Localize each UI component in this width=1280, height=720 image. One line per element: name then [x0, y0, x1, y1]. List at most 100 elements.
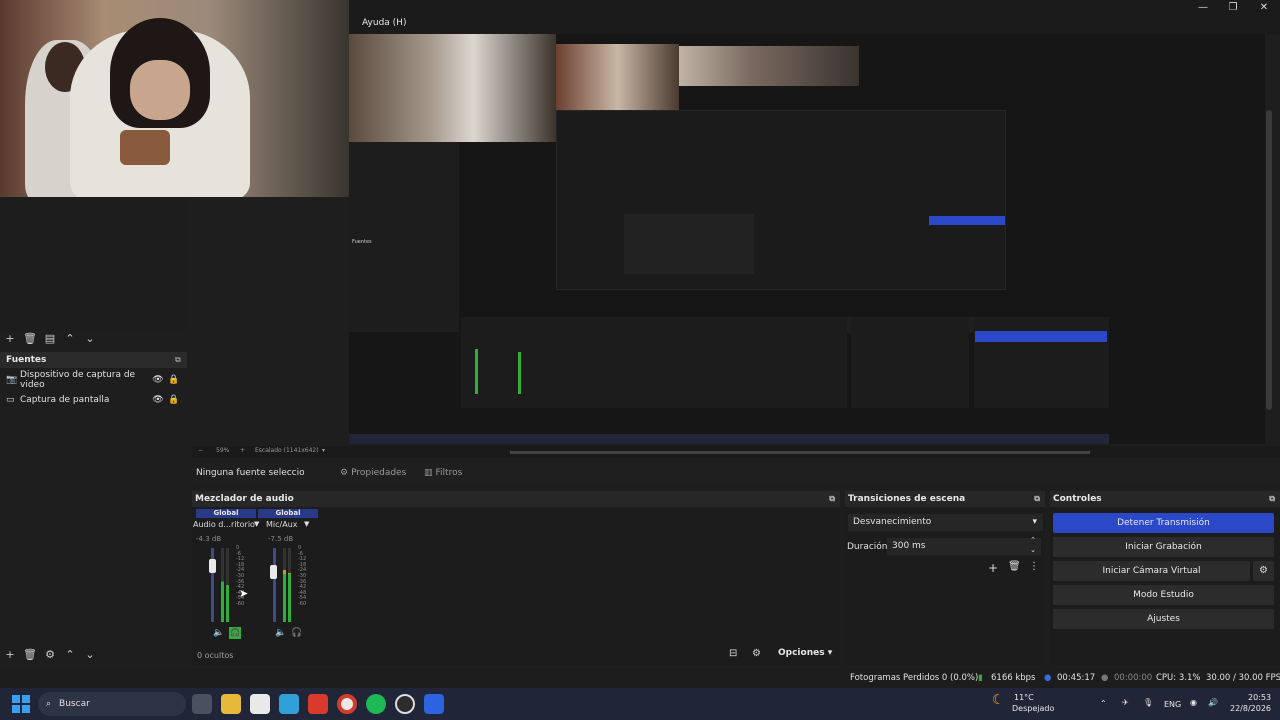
add-icon[interactable]: +: [0, 332, 20, 345]
audio-meter: [226, 548, 229, 622]
headphones-icon[interactable]: 🎧: [229, 627, 241, 639]
duration-field[interactable]: 300 ms ⌃ ⌄: [887, 535, 1041, 555]
layout-icon[interactable]: ⊟: [729, 648, 737, 659]
search-label: Buscar: [59, 699, 90, 709]
filter-icon[interactable]: ▤: [40, 332, 60, 345]
lock-icon[interactable]: 🔒: [166, 395, 182, 405]
chevron-down-icon[interactable]: ▼: [304, 520, 309, 528]
wifi-icon[interactable]: ✈: [1122, 698, 1129, 707]
advanced-settings-icon[interactable]: ⚙: [752, 648, 761, 659]
stepper-icon[interactable]: ⌃ ⌄: [1030, 535, 1036, 555]
gear-icon[interactable]: ⚙: [40, 648, 60, 661]
chrome-icon[interactable]: [337, 694, 357, 714]
close-icon[interactable]: ✕: [1249, 2, 1279, 14]
visibility-eye-icon[interactable]: 👁: [150, 375, 166, 385]
trash-icon[interactable]: 🗑: [20, 648, 40, 661]
studio-mode-button[interactable]: Modo Estudio: [1053, 585, 1274, 605]
undock-icon[interactable]: ⧉: [829, 494, 835, 504]
settings-button[interactable]: Ajustes: [1053, 609, 1274, 629]
gear-icon[interactable]: ⚙: [1253, 561, 1274, 581]
sources-undock-icon[interactable]: ⧉: [175, 355, 181, 365]
transitions-header: Transiciones de escena ⧉: [845, 491, 1045, 507]
windows-start-icon[interactable]: [12, 695, 30, 713]
more-menu-icon[interactable]: ⋮: [1029, 561, 1039, 572]
preview-margin: [1109, 34, 1265, 444]
sources-toolbar: + 🗑 ⚙ ⌃ ⌄: [0, 645, 187, 663]
chevron-down-icon[interactable]: ▾: [322, 447, 325, 454]
scale-select[interactable]: Escalado (1141x642): [255, 447, 319, 454]
weather-temp: 11°C: [1014, 693, 1034, 702]
preview-nested-camera: [556, 44, 679, 110]
taskbar-search[interactable]: ⌕ Buscar: [38, 692, 186, 716]
volume-fader-track[interactable]: [273, 548, 276, 622]
app-icon[interactable]: [279, 694, 299, 714]
microphone-icon[interactable]: 🎙: [1143, 698, 1153, 707]
camera-icon: 📷: [6, 375, 18, 385]
channel-db-desktop: -4.3 dB: [196, 535, 222, 543]
controls-header: Controles ⧉: [1050, 491, 1280, 507]
restore-icon[interactable]: ❐: [1218, 2, 1248, 14]
properties-button[interactable]: ⚙ Propiedades: [340, 464, 416, 482]
start-recording-button[interactable]: Iniciar Grabación: [1053, 537, 1274, 557]
obs-icon[interactable]: [395, 694, 415, 714]
audio-meter: [288, 548, 291, 622]
store-icon[interactable]: [250, 694, 270, 714]
source-item-screen-capture[interactable]: ▭ Captura de pantalla 👁 🔒: [6, 391, 182, 409]
channel-name-desktop: Audio d...ritorio: [193, 520, 255, 529]
move-up-icon[interactable]: ⌃: [60, 648, 80, 661]
speaker-icon[interactable]: 🔈: [213, 628, 224, 638]
menu-help[interactable]: Ayuda (H): [362, 18, 406, 28]
language-indicator[interactable]: ENG: [1164, 700, 1181, 709]
lock-icon[interactable]: 🔒: [166, 375, 182, 385]
preview-nested-left: [349, 142, 459, 332]
network-icon[interactable]: ◉: [1190, 698, 1197, 707]
scenes-panel: [0, 197, 187, 331]
mixer-global-tab[interactable]: Global: [258, 509, 318, 518]
headphones-icon[interactable]: 🎧: [291, 628, 302, 638]
zoom-out-icon[interactable]: −: [198, 447, 203, 454]
fps: 30.00 / 30.00 FPS: [1206, 673, 1280, 683]
dropped-frames: Fotogramas Perdidos 0 (0.0%): [850, 673, 979, 683]
undock-icon[interactable]: ⧉: [1269, 494, 1275, 504]
task-view-icon[interactable]: [192, 694, 212, 714]
volume-fader-knob[interactable]: [209, 559, 216, 573]
source-label: Dispositivo de captura de video: [20, 370, 136, 390]
file-explorer-icon[interactable]: [221, 694, 241, 714]
trash-icon[interactable]: 🗑: [1008, 561, 1021, 572]
move-down-icon[interactable]: ⌄: [80, 332, 100, 345]
mixer-global-tab[interactable]: Global: [196, 509, 256, 518]
volume-fader-knob[interactable]: [270, 565, 277, 579]
monitor-icon: ▭: [6, 395, 15, 405]
zoom-in-icon[interactable]: +: [240, 447, 245, 454]
start-virtual-camera-button[interactable]: Iniciar Cámara Virtual: [1053, 561, 1250, 581]
undock-icon[interactable]: ⧉: [1034, 494, 1040, 504]
mixer-options-button[interactable]: Opciones ▾: [778, 648, 832, 658]
preview-nested-taskbar: [349, 434, 1109, 444]
trash-icon[interactable]: 🗑: [20, 332, 40, 345]
minimize-icon[interactable]: —: [1188, 2, 1218, 14]
preview-nested-mixer: [624, 214, 754, 274]
speaker-icon[interactable]: 🔈: [275, 628, 286, 638]
filters-button[interactable]: ▥ Filtros: [424, 464, 474, 482]
preview-horizontal-scrollbar[interactable]: [510, 451, 1090, 454]
preview-vertical-scrollbar[interactable]: [1266, 110, 1272, 410]
person-main-face: [130, 60, 190, 120]
chevron-down-icon: ▾: [1032, 517, 1037, 527]
chevron-up-icon[interactable]: ⌃: [1100, 699, 1107, 708]
volume-icon[interactable]: 🔊: [1208, 698, 1218, 707]
wps-office-icon[interactable]: [308, 694, 328, 714]
add-icon[interactable]: +: [0, 648, 20, 661]
spotify-icon[interactable]: [366, 694, 386, 714]
visibility-eye-icon[interactable]: 👁: [150, 395, 166, 405]
properties-label: Propiedades: [351, 468, 407, 478]
transition-select[interactable]: Desvanecimiento ▾: [848, 514, 1043, 531]
app-icon[interactable]: [424, 694, 444, 714]
add-transition-icon[interactable]: +: [988, 561, 998, 575]
source-item-video-capture[interactable]: 📷 Dispositivo de captura de video 👁 🔒: [6, 370, 182, 390]
search-icon: ⌕: [46, 699, 52, 709]
stop-streaming-button[interactable]: Detener Transmisión: [1053, 513, 1274, 533]
move-down-icon[interactable]: ⌄: [80, 648, 100, 661]
chevron-down-icon[interactable]: ▼: [254, 520, 259, 528]
preview-canvas[interactable]: Fuentes: [349, 34, 1109, 444]
move-up-icon[interactable]: ⌃: [60, 332, 80, 345]
